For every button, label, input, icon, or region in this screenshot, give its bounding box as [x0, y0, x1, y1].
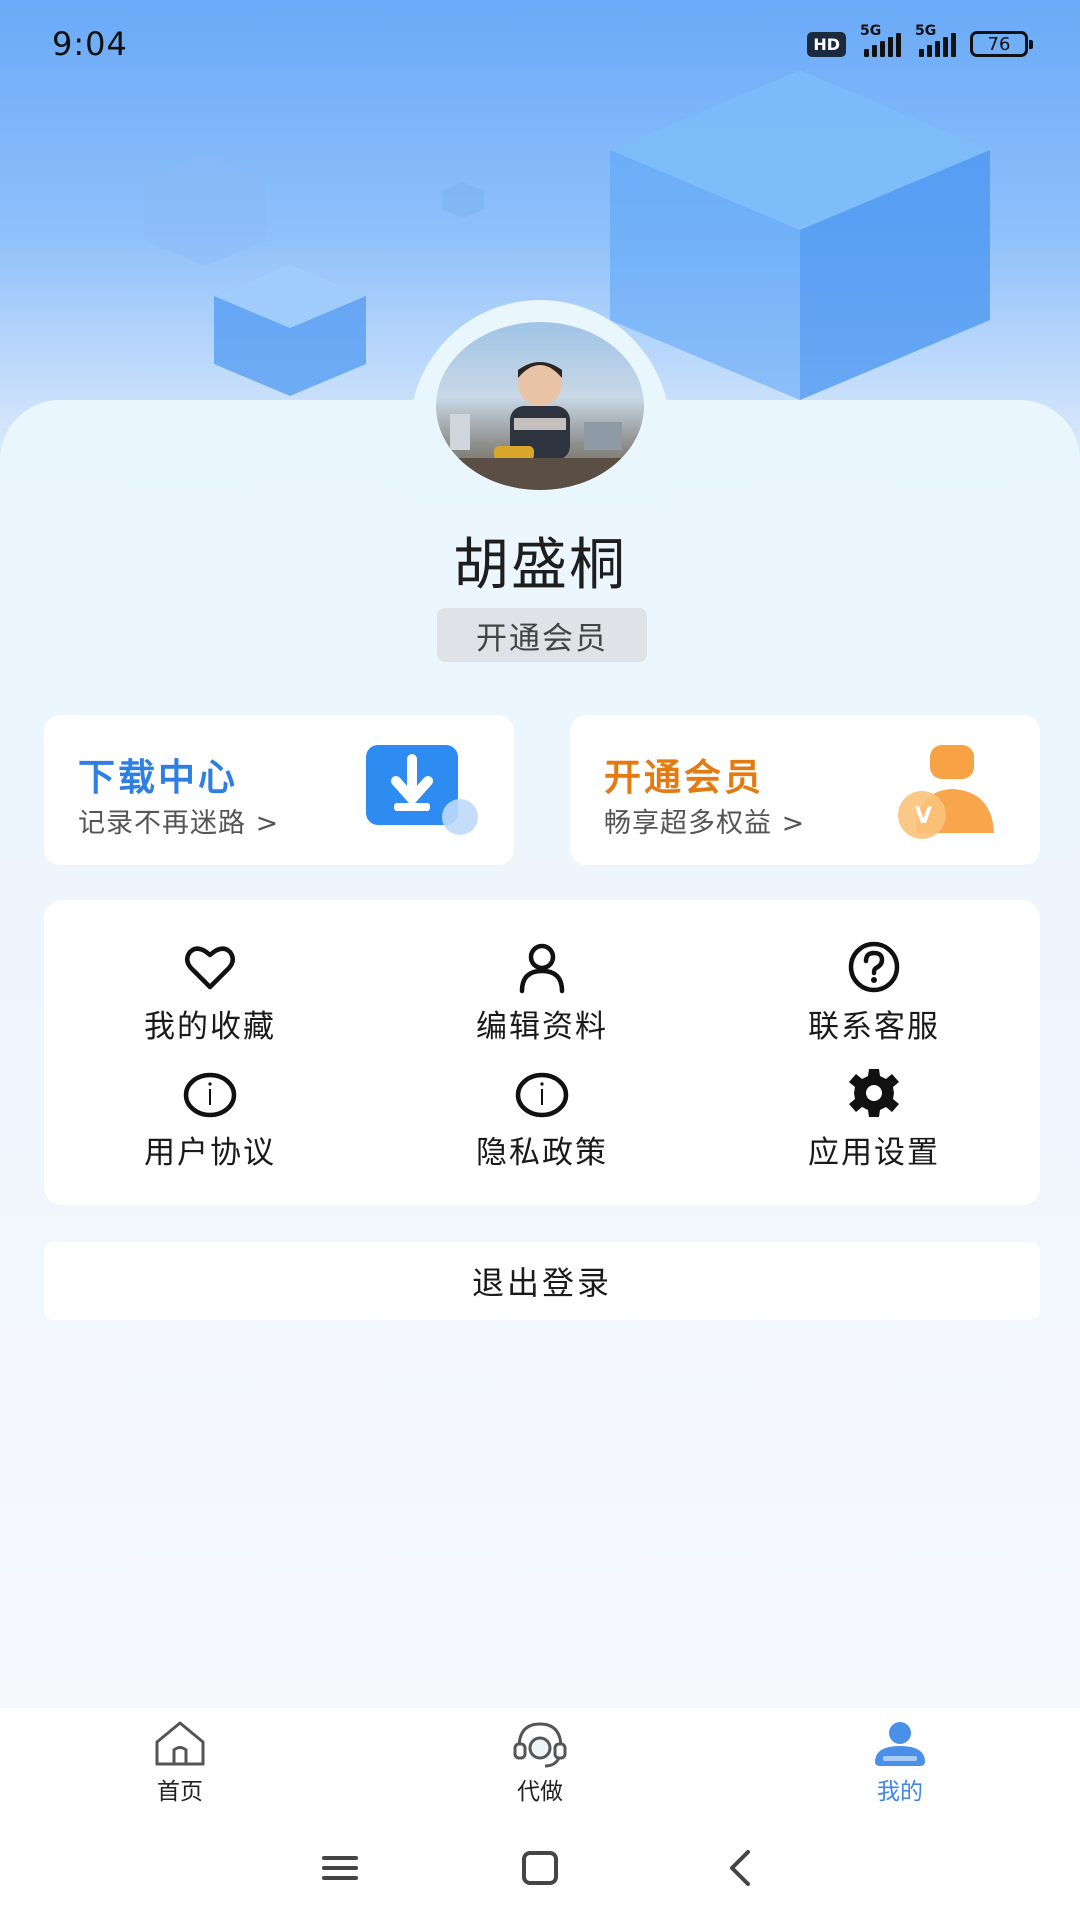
help-circle-icon [848, 942, 900, 993]
tab-service[interactable]: 代做 [360, 1708, 720, 1816]
person-icon [519, 944, 565, 994]
home-icon [155, 1721, 205, 1766]
battery-icon: 76 [970, 31, 1033, 57]
menu-item-user-agreement[interactable]: 用户协议 [44, 1056, 376, 1182]
vip-card[interactable]: 开通会员 畅享超多权益 > V [570, 715, 1040, 865]
heart-icon [185, 946, 235, 990]
open-vip-chip[interactable]: 开通会员 [437, 608, 647, 662]
hd-badge: HD [807, 31, 846, 57]
headset-icon [513, 1722, 567, 1768]
decorative-cube-tiny [442, 182, 484, 218]
status-icons: HD 5G 5G 76 [807, 23, 1033, 57]
user-name: 胡盛桐 [453, 533, 627, 598]
vip-card-subtitle: 畅享超多权益 > [604, 808, 806, 839]
decorative-cube-faint [144, 154, 266, 266]
tab-mine[interactable]: 我的 [720, 1708, 1080, 1816]
signal-icon-2: 5G [915, 23, 956, 57]
back-icon[interactable] [716, 1844, 764, 1892]
vip-person-icon: V [898, 745, 994, 839]
info-icon [183, 1072, 237, 1117]
svg-text:V: V [915, 804, 932, 829]
decorative-cube [610, 70, 990, 400]
menu-item-privacy-policy[interactable]: 隐私政策 [376, 1056, 708, 1182]
download-center-title: 下载中心 [78, 756, 238, 799]
status-bar: 9:04 HD 5G 5G 76 [0, 0, 1080, 88]
download-center-subtitle: 记录不再迷路 > [78, 808, 280, 839]
signal-icon: 5G [860, 23, 901, 57]
avatar[interactable] [436, 322, 644, 490]
info-icon [515, 1072, 569, 1117]
user-icon [875, 1722, 925, 1766]
home-square-icon[interactable] [516, 1844, 564, 1892]
menu-grid: 我的收藏 编辑资料 联系客服 用户协议 隐私政策 应用设置 [44, 900, 1040, 1205]
menu-item-favorites[interactable]: 我的收藏 [44, 930, 376, 1056]
gear-icon [849, 1068, 899, 1117]
menu-item-app-settings[interactable]: 应用设置 [708, 1056, 1040, 1182]
logout-button[interactable]: 退出登录 [44, 1242, 1040, 1320]
menu-item-contact-support[interactable]: 联系客服 [708, 930, 1040, 1056]
menu-icon[interactable] [316, 1844, 364, 1892]
tab-home[interactable]: 首页 [0, 1708, 360, 1816]
menu-item-edit-profile[interactable]: 编辑资料 [376, 930, 708, 1056]
system-navigation-bar [0, 1816, 1080, 1920]
decorative-cube-small [214, 264, 366, 396]
vip-card-title: 开通会员 [604, 756, 764, 799]
download-center-card[interactable]: 下载中心 记录不再迷路 > [44, 715, 514, 865]
status-time: 9:04 [52, 25, 128, 63]
bottom-tab-bar: 首页 代做 我的 [0, 1708, 1080, 1816]
download-icon [366, 745, 478, 835]
avatar-photo [436, 362, 644, 490]
